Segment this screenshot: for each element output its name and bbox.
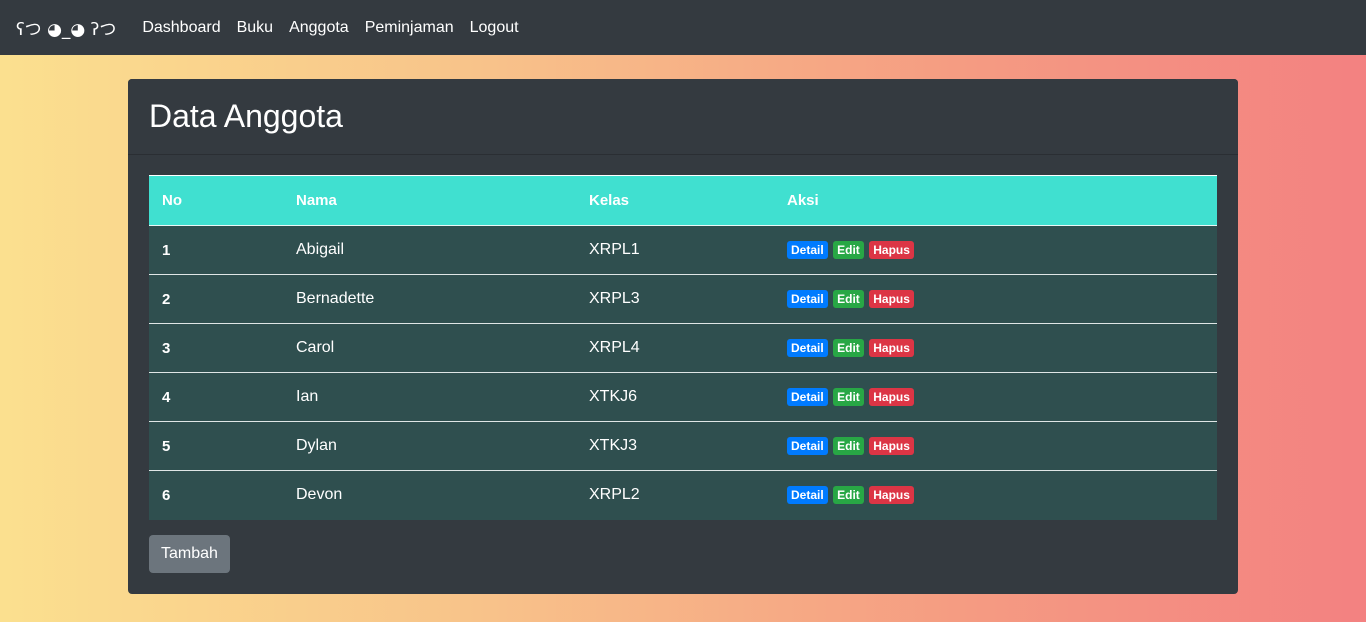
cell-kelas: XRPL3 (576, 274, 774, 324)
cell-nama: Dylan (283, 421, 576, 471)
table-header-row: No Nama Kelas Aksi (149, 175, 1217, 226)
edit-button[interactable]: Edit (833, 241, 864, 259)
cell-aksi: Detail Edit Hapus (774, 421, 1217, 471)
nav-links: Dashboard Buku Anggota Peminjaman Logout (134, 19, 526, 37)
page-title: Data Anggota (149, 98, 343, 134)
cell-no: 1 (149, 225, 283, 275)
edit-button[interactable]: Edit (833, 339, 864, 357)
header-nama: Nama (283, 175, 576, 226)
cell-aksi: Detail Edit Hapus (774, 471, 1217, 520)
edit-button[interactable]: Edit (833, 388, 864, 406)
cell-kelas: XTKJ6 (576, 372, 774, 422)
hapus-button[interactable]: Hapus (869, 290, 914, 308)
hapus-button[interactable]: Hapus (869, 437, 914, 455)
hapus-button[interactable]: Hapus (869, 339, 914, 357)
cell-aksi: Detail Edit Hapus (774, 323, 1217, 373)
cell-kelas: XRPL4 (576, 323, 774, 373)
detail-button[interactable]: Detail (787, 388, 828, 406)
detail-button[interactable]: Detail (787, 241, 828, 259)
table-row: 6 Devon XRPL2 Detail Edit Hapus (149, 470, 1217, 520)
cell-kelas: XTKJ3 (576, 421, 774, 471)
nav-link-dashboard[interactable]: Dashboard (134, 19, 228, 37)
nav-link-buku[interactable]: Buku (229, 19, 281, 37)
data-anggota-card: Data Anggota No Nama Kelas Aksi 1 Abigai… (128, 79, 1238, 594)
edit-button[interactable]: Edit (833, 290, 864, 308)
cell-aksi: Detail Edit Hapus (774, 225, 1217, 275)
table-row: 1 Abigail XRPL1 Detail Edit Hapus (149, 225, 1217, 275)
table-row: 2 Bernadette XRPL3 Detail Edit Hapus (149, 274, 1217, 324)
cell-no: 2 (149, 274, 283, 324)
cell-no: 3 (149, 323, 283, 373)
hapus-button[interactable]: Hapus (869, 241, 914, 259)
detail-button[interactable]: Detail (787, 486, 828, 505)
navbar: ʕつ ◕_◕ ʔつ Dashboard Buku Anggota Peminja… (0, 0, 1366, 55)
nav-link-peminjaman[interactable]: Peminjaman (357, 19, 462, 37)
table-body: 1 Abigail XRPL1 Detail Edit Hapus 2 Bern… (149, 225, 1217, 520)
cell-nama: Abigail (283, 225, 576, 275)
nav-link-logout[interactable]: Logout (462, 19, 527, 37)
cell-nama: Ian (283, 372, 576, 422)
table-row: 4 Ian XTKJ6 Detail Edit Hapus (149, 372, 1217, 422)
edit-button[interactable]: Edit (833, 486, 864, 505)
cell-aksi: Detail Edit Hapus (774, 274, 1217, 324)
cell-no: 4 (149, 372, 283, 422)
cell-no: 6 (162, 486, 171, 504)
detail-button[interactable]: Detail (787, 290, 828, 308)
cell-nama: Carol (283, 323, 576, 373)
table-header: No Nama Kelas Aksi (149, 175, 1217, 226)
tambah-button[interactable]: Tambah (149, 535, 230, 573)
edit-button[interactable]: Edit (833, 437, 864, 455)
cell-no: 5 (149, 421, 283, 471)
cell-aksi: Detail Edit Hapus (774, 372, 1217, 422)
header-no: No (149, 175, 283, 226)
detail-button[interactable]: Detail (787, 437, 828, 455)
brand-logo[interactable]: ʕつ ◕_◕ ʔつ (16, 15, 116, 40)
detail-button[interactable]: Detail (787, 339, 828, 357)
table-row: 3 Carol XRPL4 Detail Edit Hapus (149, 323, 1217, 373)
cell-nama: Devon (296, 486, 343, 504)
table-row: 5 Dylan XTKJ3 Detail Edit Hapus (149, 421, 1217, 471)
header-aksi: Aksi (774, 175, 1217, 226)
hapus-button[interactable]: Hapus (869, 486, 914, 505)
anggota-table: No Nama Kelas Aksi 1 Abigail XRPL1 Detai… (149, 175, 1217, 520)
header-kelas: Kelas (576, 175, 774, 226)
card-header: Data Anggota (128, 79, 1238, 155)
nav-link-anggota[interactable]: Anggota (281, 19, 357, 37)
cell-kelas: XRPL2 (589, 486, 640, 504)
cell-kelas: XRPL1 (576, 225, 774, 275)
hapus-button[interactable]: Hapus (869, 388, 914, 406)
cell-nama: Bernadette (283, 274, 576, 324)
anggota-table-wrapper: No Nama Kelas Aksi 1 Abigail XRPL1 Detai… (149, 175, 1217, 520)
